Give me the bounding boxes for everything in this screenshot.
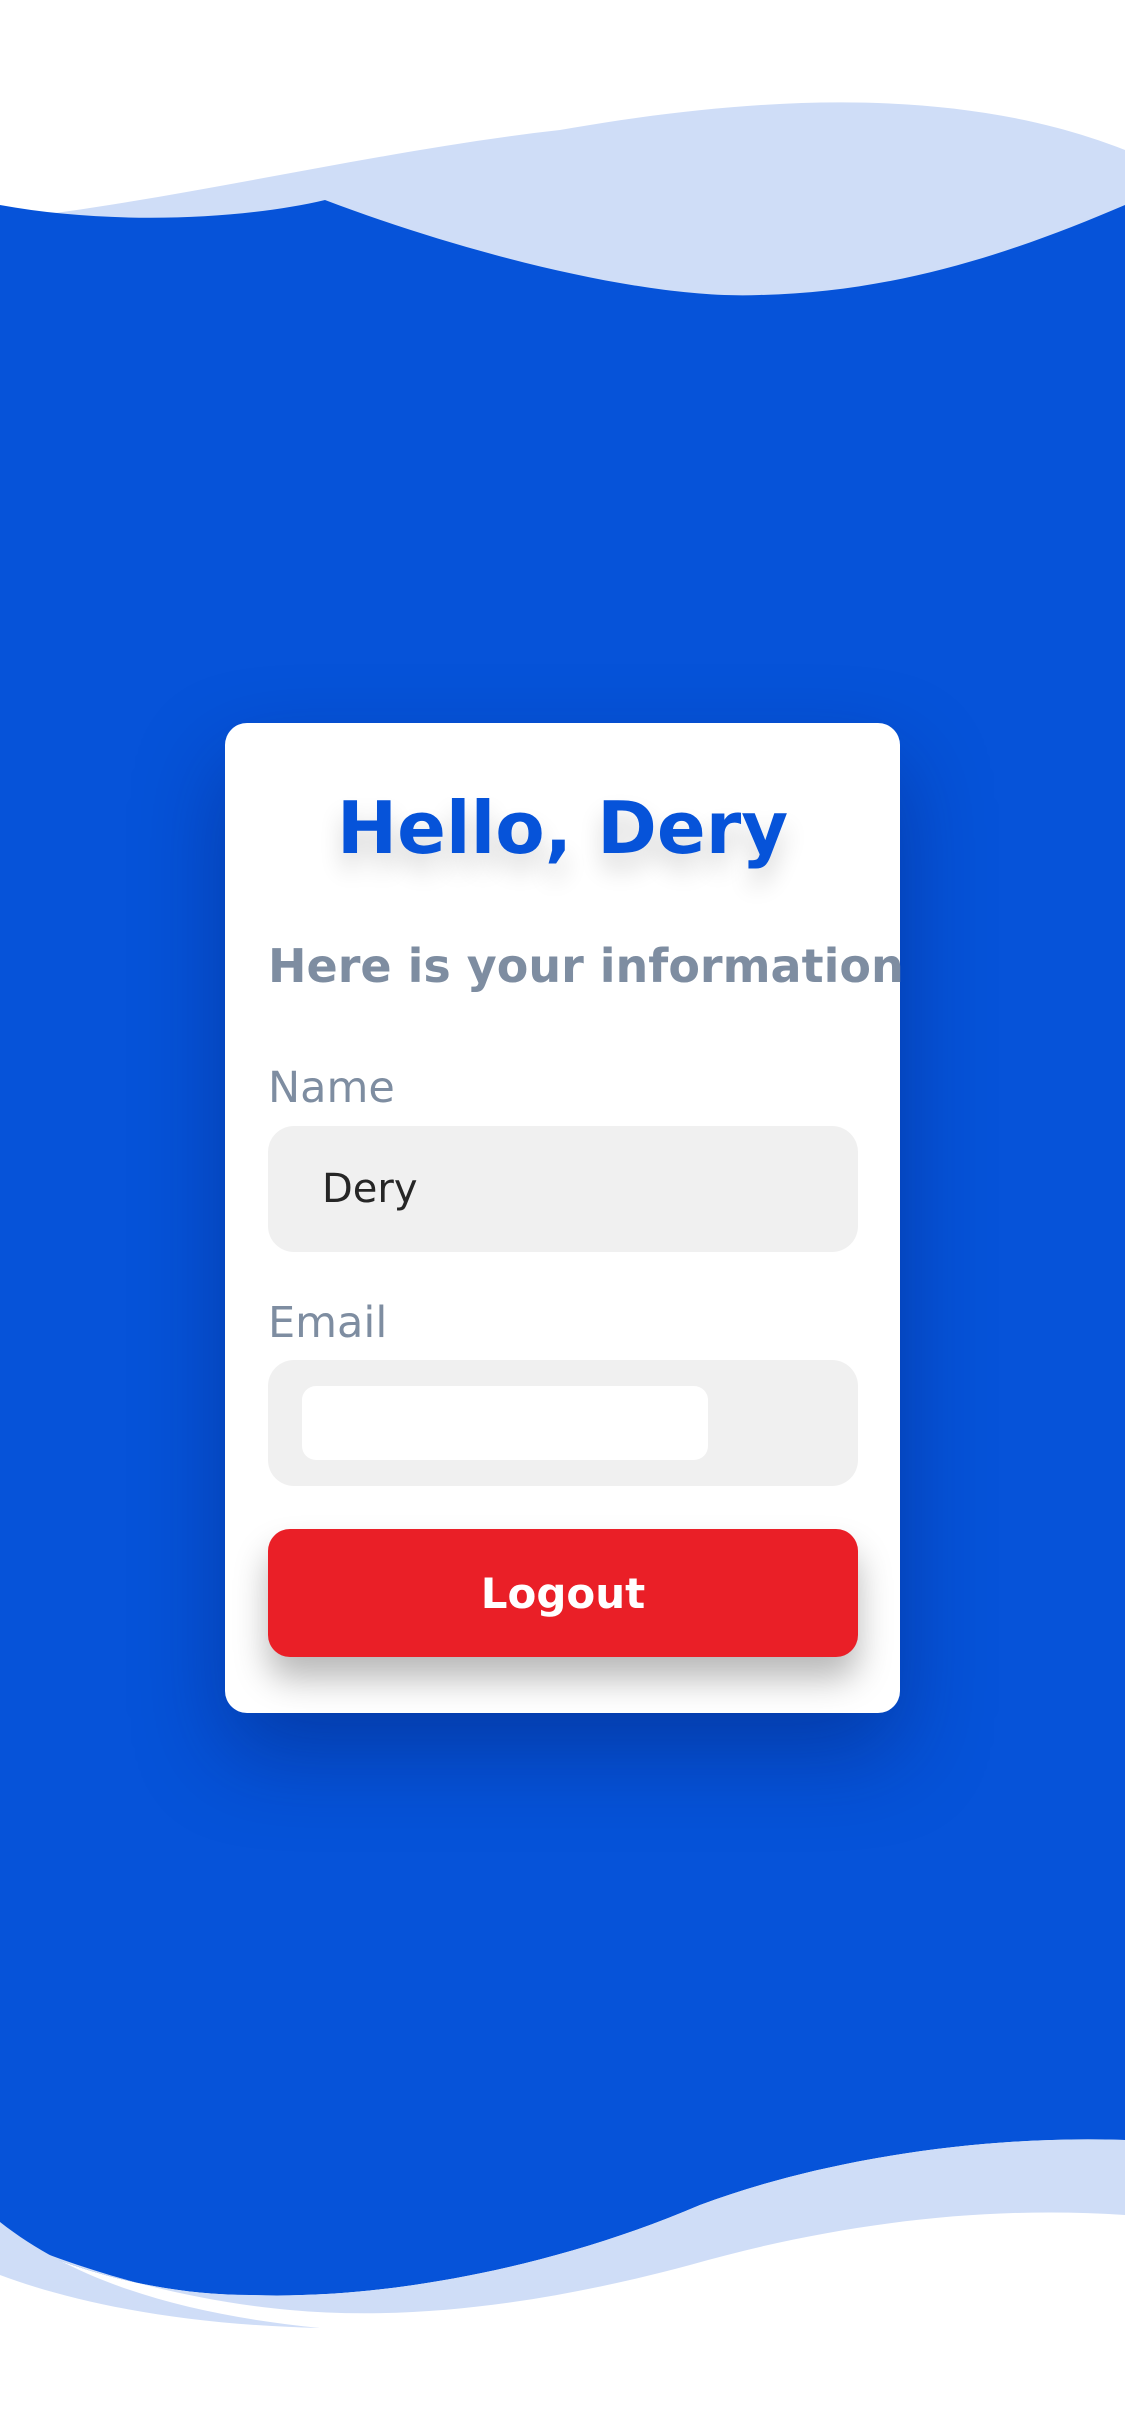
email-field (268, 1360, 858, 1486)
name-value: Dery (322, 1166, 418, 1212)
email-input[interactable] (302, 1386, 708, 1460)
email-label: Email (268, 1298, 388, 1348)
info-heading: Here is your information (268, 939, 904, 993)
logout-button[interactable]: Logout (268, 1529, 858, 1657)
name-label: Name (268, 1063, 395, 1113)
greeting-title: Hello, Dery (336, 786, 789, 870)
name-field: Dery (268, 1126, 858, 1252)
profile-screen: Hello, Dery Here is your information Nam… (0, 0, 1125, 2436)
profile-card: Hello, Dery Here is your information Nam… (225, 723, 904, 1713)
